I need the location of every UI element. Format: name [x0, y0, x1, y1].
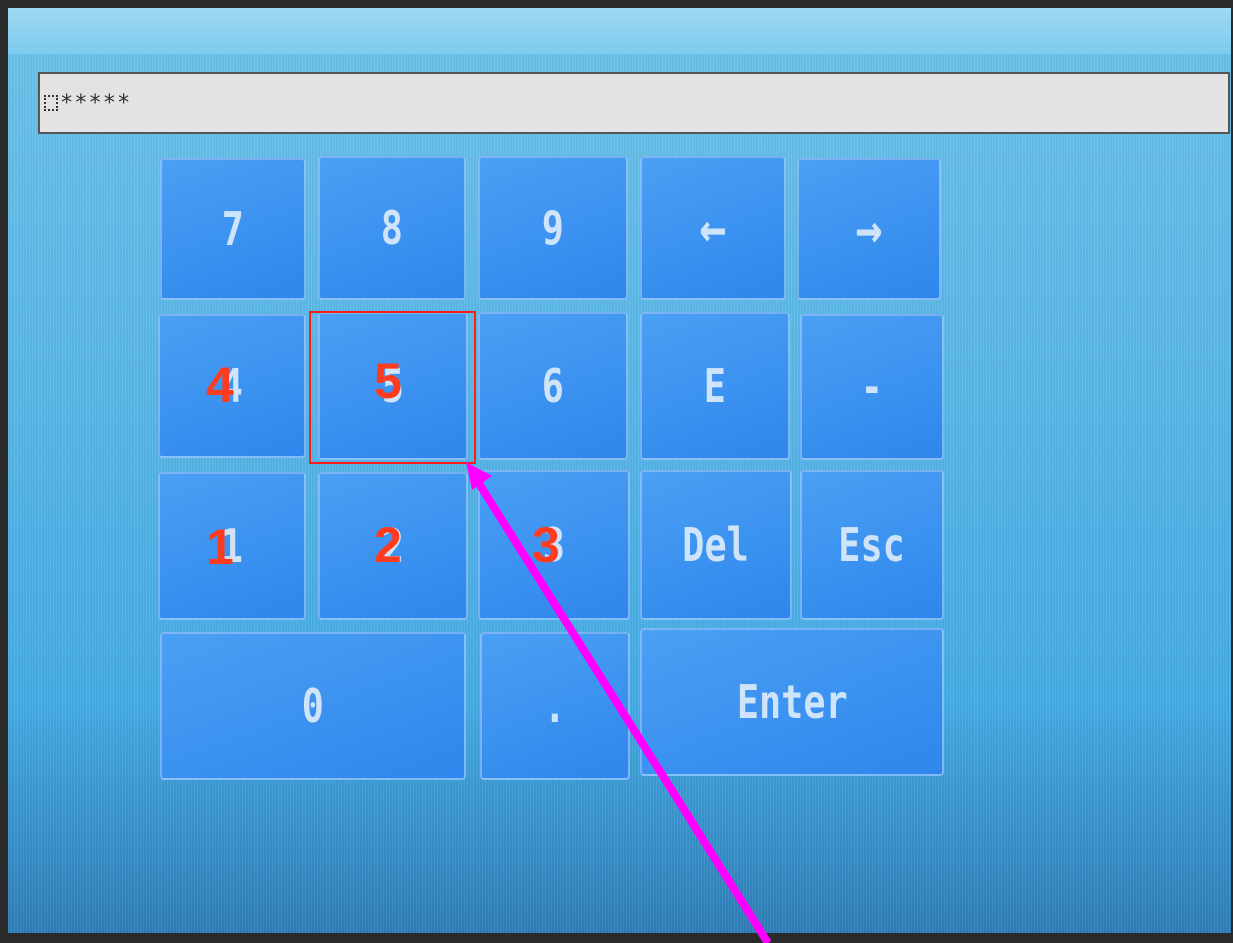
pointer-arrow-icon	[466, 462, 772, 943]
